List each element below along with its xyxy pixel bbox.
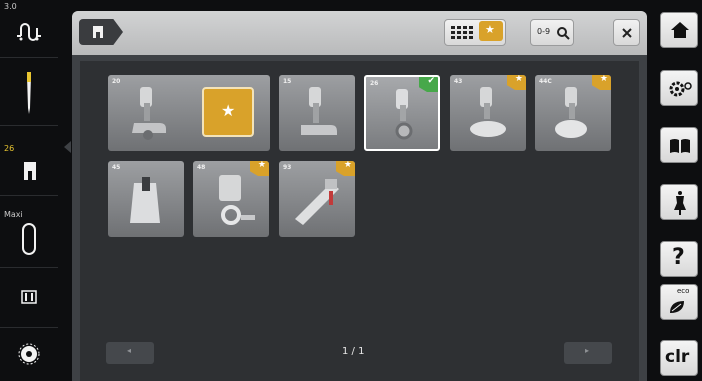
presser-foot-image <box>555 87 587 138</box>
needle-button[interactable] <box>0 58 58 126</box>
home-button[interactable] <box>660 12 698 48</box>
presser-foot-image <box>219 175 255 225</box>
presser-foot-tile[interactable]: 15 <box>279 75 355 151</box>
presser-foot-tile[interactable]: 44C ★ <box>535 75 611 151</box>
consultant-icon <box>674 191 686 215</box>
presser-foot-selection-panel: ★ 0-9 20 ★ 15 26 ✔ 43 ★ 44C ★ 45 48 ★ 93… <box>72 11 647 381</box>
panel-notch <box>64 141 71 153</box>
right-sidebar: ? eco clr <box>651 0 702 381</box>
favorites-view-button[interactable]: ★ <box>444 19 506 46</box>
eco-label: eco <box>677 287 690 295</box>
hoop-button[interactable]: Maxi <box>0 196 58 268</box>
presser-foot-image <box>130 177 160 223</box>
help-button[interactable]: ? <box>660 241 698 277</box>
hoop-icon <box>22 223 36 255</box>
presser-foot-tile[interactable]: 93 ★ <box>279 161 355 237</box>
category-tab-button[interactable] <box>79 19 123 45</box>
help-icon: ? <box>672 245 685 270</box>
bobbin-button[interactable] <box>0 328 58 381</box>
feed-dog-button[interactable] <box>0 268 58 328</box>
close-icon <box>622 28 632 38</box>
settings-icon <box>669 81 692 97</box>
creative-consultant-button[interactable] <box>660 184 698 220</box>
presser-foot-tile[interactable]: 20 ★ <box>108 75 270 151</box>
presser-foot-tile[interactable]: 43 ★ <box>450 75 526 151</box>
page-indicator: 1 / 1 <box>342 346 365 357</box>
panel-header: ★ 0-9 <box>72 11 647 55</box>
tension-value: 3.0 <box>4 2 17 11</box>
presser-foot-icon <box>24 162 36 180</box>
bobbin-icon <box>18 343 40 365</box>
next-page-button[interactable]: ▸ <box>564 342 612 364</box>
feed-dog-icon <box>21 290 37 304</box>
grid-view-icon <box>451 26 473 39</box>
favorite-star-icon: ★ <box>221 101 236 120</box>
chevron-left-icon: ◂ <box>127 346 132 355</box>
presser-foot-tile[interactable]: 45 <box>108 161 184 237</box>
hoop-label: Maxi <box>4 210 23 219</box>
add-favorite-button[interactable]: ★ <box>202 87 254 137</box>
presser-foot-number: 26 <box>4 144 15 153</box>
presser-foot-image <box>132 87 166 140</box>
presser-foot-image <box>295 179 339 225</box>
presser-foot-tile[interactable]: 48 ★ <box>193 161 269 237</box>
search-button[interactable]: 0-9 <box>530 19 574 46</box>
clear-label: clr <box>665 347 690 367</box>
left-sidebar: 3.0 26 Maxi <box>0 0 58 381</box>
tutorial-icon <box>670 139 690 153</box>
presser-foot-image <box>395 89 413 140</box>
needle-icon <box>27 72 31 114</box>
presser-foot-image <box>301 87 337 135</box>
search-icon <box>557 27 570 40</box>
favorite-badge: ★ <box>479 21 503 41</box>
search-label: 0-9 <box>537 27 551 36</box>
presser-foot-grid: 20 ★ 15 26 ✔ 43 ★ 44C ★ 45 48 ★ 93 ★ ◂ 1… <box>80 61 639 381</box>
tutorial-button[interactable] <box>660 127 698 163</box>
clear-button[interactable]: clr <box>660 340 698 376</box>
home-icon <box>671 22 689 38</box>
presser-foot-image <box>470 87 506 137</box>
eco-icon <box>670 301 684 313</box>
presser-foot-icon <box>93 26 103 38</box>
previous-page-button[interactable]: ◂ <box>106 342 154 364</box>
presser-foot-button[interactable]: 26 <box>0 126 58 196</box>
screen: 3.0 26 Maxi ★ 0-9 20 ★ 15 26 ✔ 43 ★ 44C … <box>0 0 702 381</box>
close-button[interactable] <box>613 19 640 46</box>
favorite-star-icon: ★ <box>485 23 495 36</box>
presser-foot-tile-selected[interactable]: 26 ✔ <box>364 75 440 151</box>
chevron-right-icon: ▸ <box>585 346 590 355</box>
tension-button[interactable]: 3.0 <box>0 0 58 58</box>
eco-button[interactable]: eco <box>660 284 698 320</box>
tension-icon <box>17 23 41 41</box>
setup-button[interactable] <box>660 70 698 106</box>
